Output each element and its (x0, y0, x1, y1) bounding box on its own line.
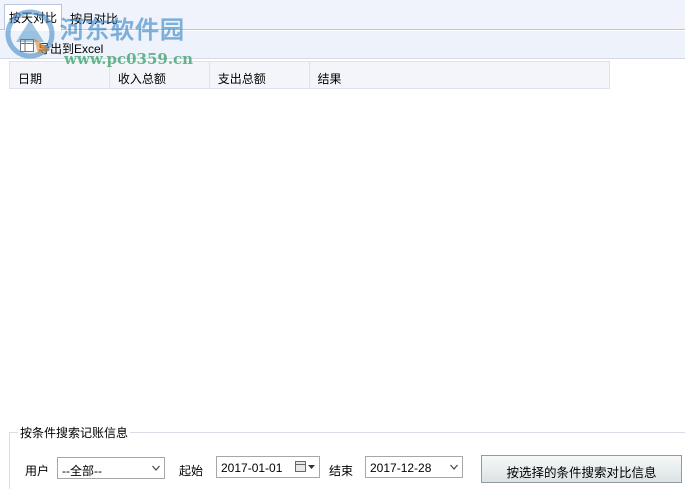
chevron-down-icon (152, 465, 160, 471)
tab-strip: 按天对比 按月对比 (0, 0, 685, 31)
tab-daily-compare[interactable]: 按天对比 (4, 4, 63, 31)
end-date-picker[interactable]: 2017-12-28 (365, 456, 463, 478)
tab-monthly-compare[interactable]: 按月对比 (66, 6, 122, 30)
end-date-value: 2017-12-28 (370, 461, 432, 475)
start-date-value: 2017-01-01 (221, 461, 283, 475)
column-header-income[interactable]: 收入总额 (110, 62, 210, 88)
end-date-label: 结束 (329, 464, 354, 478)
user-select[interactable]: --全部-- (57, 457, 165, 479)
search-group-title: 按条件搜索记账信息 (18, 424, 131, 441)
export-excel-button[interactable]: 导出到Excel (38, 40, 103, 57)
column-header-expense[interactable]: 支出总额 (210, 62, 310, 88)
excel-export-icon[interactable] (20, 39, 34, 52)
user-label: 用户 (25, 464, 50, 478)
calendar-dropdown-icon[interactable] (295, 461, 315, 473)
start-date-label: 起始 (179, 464, 204, 478)
start-date-picker[interactable]: 2017-01-01 (216, 456, 320, 478)
toolbar: 导出到Excel (0, 31, 685, 59)
column-header-date[interactable]: 日期 (10, 62, 110, 88)
search-compare-button[interactable]: 按选择的条件搜索对比信息 (481, 455, 682, 483)
grid-header: 日期 收入总额 支出总额 结果 (9, 61, 610, 89)
chevron-down-icon (450, 464, 458, 470)
column-header-result[interactable]: 结果 (310, 62, 609, 88)
grid-body[interactable] (9, 89, 610, 427)
user-select-value: --全部-- (62, 464, 102, 478)
